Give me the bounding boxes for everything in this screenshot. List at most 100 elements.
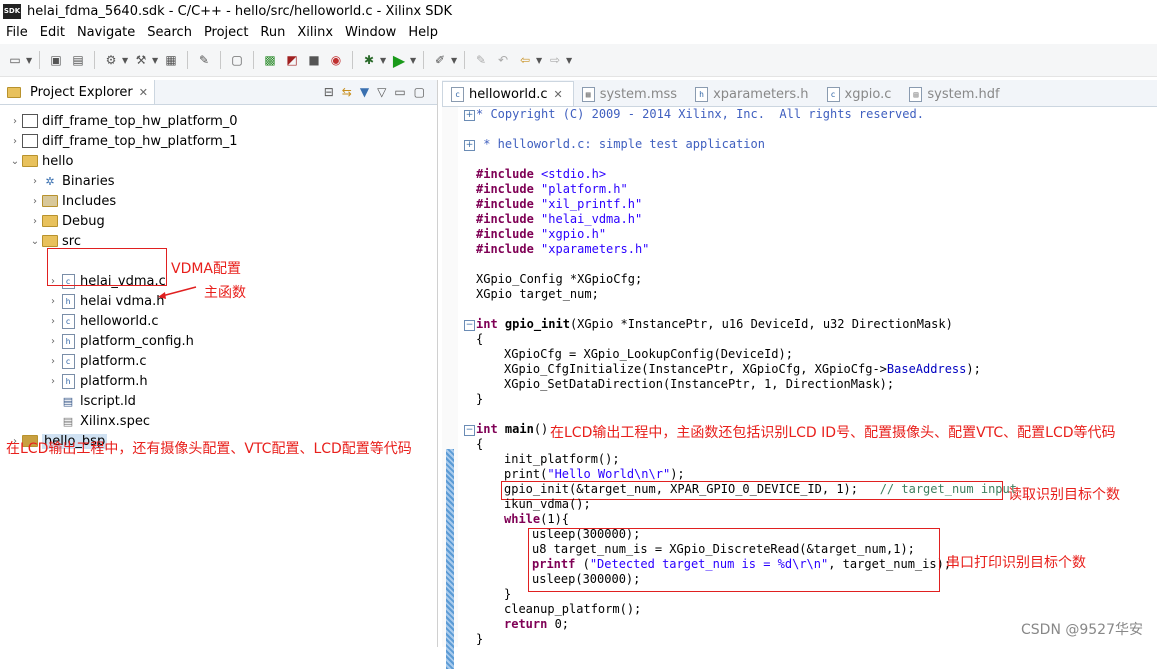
debug-tool-icon[interactable]: ✎ (193, 49, 215, 71)
build-config-icon[interactable]: ⚙ (100, 49, 122, 71)
program-fpga-icon[interactable]: ◩ (281, 49, 303, 71)
menu-window[interactable]: Window (339, 25, 402, 40)
hardware-icon[interactable]: ▩ (259, 49, 281, 71)
external-tools-dropdown-icon[interactable]: ▼ (451, 56, 459, 65)
expand-arrow-icon[interactable]: › (28, 216, 42, 227)
tree-item-label: diff_frame_top_hw_platform_1 (42, 133, 238, 149)
string-literal: "Hello World\n\r" (547, 467, 671, 481)
tab-helloworld-c[interactable]: c helloworld.c ✕ (442, 81, 574, 106)
build-config-dropdown-icon[interactable]: ▼ (122, 56, 130, 65)
expand-arrow-icon[interactable]: › (46, 296, 60, 307)
hdf-file-icon: ▤ (909, 86, 923, 102)
expand-arrow-icon[interactable]: › (46, 336, 60, 347)
code-statement: return 0; (504, 617, 569, 632)
expand-arrow-icon[interactable]: › (46, 356, 60, 367)
code-text: XGpio_CfgInitialize(InstancePtr, XGpioCf… (504, 362, 887, 376)
binary-icon[interactable]: ▦ (160, 49, 182, 71)
debug-dropdown-icon[interactable]: ▼ (380, 56, 388, 65)
tree-item-binaries[interactable]: › ✲ Binaries (28, 171, 114, 191)
pen-icon[interactable]: ✎ (470, 49, 492, 71)
tree-item-platform-h[interactable]: › h platform.h (46, 371, 148, 391)
debug-icon[interactable]: ✱ (358, 49, 380, 71)
menu-edit[interactable]: Edit (34, 25, 71, 40)
tab-xparameters-h[interactable]: h xparameters.h (687, 82, 818, 106)
tab-label: xparameters.h (713, 86, 809, 102)
link-editor-icon[interactable]: ⇆ (342, 85, 352, 99)
tree-item-debug[interactable]: › Debug (28, 211, 105, 231)
fold-collapse-icon[interactable]: − (464, 425, 475, 436)
expand-arrow-icon[interactable]: › (46, 376, 60, 387)
back-dropdown-icon[interactable]: ▼ (536, 56, 544, 65)
tree-item-label: helai vdma.h (80, 293, 165, 309)
menu-file[interactable]: File (0, 25, 34, 40)
new-dropdown-icon[interactable]: ▼ (26, 56, 34, 65)
h-file-icon: h (695, 86, 709, 102)
console-icon[interactable]: ▢ (226, 49, 248, 71)
save-all-icon[interactable]: ▤ (67, 49, 89, 71)
run-dropdown-icon[interactable]: ▼ (410, 56, 418, 65)
tree-item-hw-platform-1[interactable]: › diff_frame_top_hw_platform_1 (8, 131, 238, 151)
forward-icon[interactable]: ⇨ (544, 49, 566, 71)
collapse-arrow-icon[interactable]: ⌄ (8, 156, 22, 167)
menu-run[interactable]: Run (254, 25, 291, 40)
expand-arrow-icon[interactable]: › (8, 116, 22, 127)
menu-help[interactable]: Help (402, 25, 444, 40)
expand-arrow-icon[interactable]: › (8, 136, 22, 147)
tree-item-xilinx-spec[interactable]: ▤ Xilinx.spec (46, 411, 150, 431)
save-icon[interactable]: ▣ (45, 49, 67, 71)
folder-icon (42, 233, 58, 249)
include-path: "helai_vdma.h" (541, 212, 643, 226)
include-path: "xil_printf.h" (541, 197, 643, 211)
tree-item-helloworld-c[interactable]: › c helloworld.c (46, 311, 159, 331)
menu-xilinx[interactable]: Xilinx (291, 25, 339, 40)
code-statement: XGpioCfg = XGpio_LookupConfig(DeviceId); (504, 347, 793, 361)
forward-dropdown-icon[interactable]: ▼ (566, 56, 574, 65)
h-file-icon: h (60, 373, 76, 389)
tree-item-lscript-ld[interactable]: ▤ lscript.ld (46, 391, 136, 411)
maximize-icon[interactable]: ▢ (414, 85, 425, 99)
collapse-all-icon[interactable]: ⊟ (324, 85, 334, 99)
build-hammer-icon[interactable]: ⚒ (130, 49, 152, 71)
close-icon[interactable]: ✕ (554, 88, 563, 101)
tab-xgpio-c[interactable]: c xgpio.c (819, 82, 902, 106)
include-path: <stdio.h> (541, 167, 607, 181)
code-statement: XGpio_CfgInitialize(InstancePtr, XGpioCf… (504, 362, 981, 377)
tree-item-helai-vdma-h[interactable]: › h helai vdma.h (46, 291, 165, 311)
fold-expand-icon[interactable]: + (464, 140, 475, 151)
view-menu-icon[interactable]: ▽ (377, 85, 386, 99)
external-tools-icon[interactable]: ✐ (429, 49, 451, 71)
back-icon[interactable]: ⇦ (514, 49, 536, 71)
code-brace: } (476, 392, 484, 406)
run-icon[interactable]: ▶ (388, 49, 410, 71)
minimize-icon[interactable]: ▭ (394, 85, 405, 99)
fold-collapse-icon[interactable]: − (464, 320, 475, 331)
terminal-icon[interactable]: ■ (303, 49, 325, 71)
close-icon[interactable]: ✕ (139, 86, 148, 99)
title-bar: SDK helai_fdma_5640.sdk - C/C++ - hello/… (0, 0, 1157, 22)
tree-item-hw-platform-0[interactable]: › diff_frame_top_hw_platform_0 (8, 111, 238, 131)
toolbar-separator (94, 51, 95, 69)
tree-item-hello[interactable]: ⌄ hello (8, 151, 74, 171)
fold-expand-icon[interactable]: + (464, 110, 475, 121)
build-dropdown-icon[interactable]: ▼ (152, 56, 160, 65)
new-icon[interactable]: ▭ (4, 49, 26, 71)
tree-item-includes[interactable]: › Includes (28, 191, 116, 211)
expand-arrow-icon[interactable]: › (46, 316, 60, 327)
last-edit-icon[interactable]: ↶ (492, 49, 514, 71)
collapse-arrow-icon[interactable]: ⌄ (28, 236, 42, 247)
code-file-comment: * helloworld.c: simple test application (476, 137, 765, 151)
tree-item-platform-config-h[interactable]: › h platform_config.h (46, 331, 194, 351)
menu-search[interactable]: Search (141, 25, 198, 40)
expand-arrow-icon[interactable]: › (28, 176, 42, 187)
panel-toolbar: ⊟ ⇆ ▼ ▽ ▭ ▢ (324, 85, 437, 99)
tab-system-mss[interactable]: ▦ system.mss (574, 82, 687, 106)
xmd-icon[interactable]: ◉ (325, 49, 347, 71)
filter-icon[interactable]: ▼ (360, 85, 369, 99)
menu-project[interactable]: Project (198, 25, 254, 40)
menu-navigate[interactable]: Navigate (71, 25, 141, 40)
project-explorer-tab[interactable]: Project Explorer ✕ (0, 80, 155, 104)
expand-arrow-icon[interactable]: › (28, 196, 42, 207)
tab-system-hdf[interactable]: ▤ system.hdf (901, 82, 1009, 106)
tree-item-platform-c[interactable]: › c platform.c (46, 351, 147, 371)
code-text: print( (504, 467, 548, 481)
